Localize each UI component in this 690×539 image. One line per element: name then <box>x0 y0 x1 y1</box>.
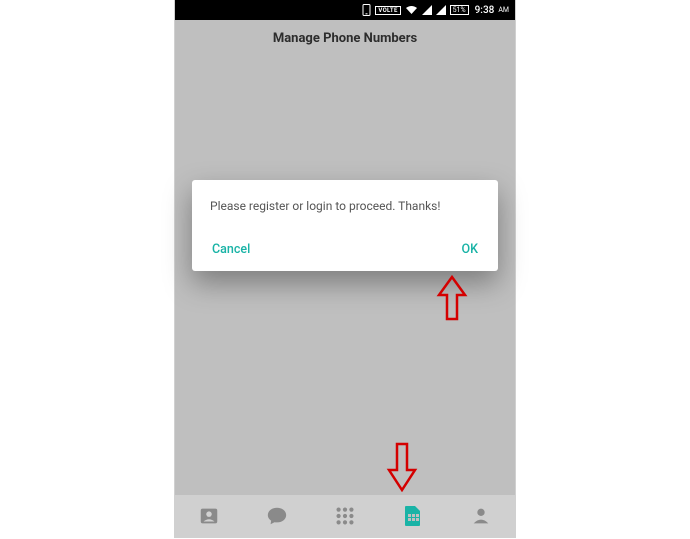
status-bar: VOLTE 51% 9:38 AM <box>175 0 515 20</box>
nav-dialpad[interactable] <box>311 495 379 537</box>
nav-sim[interactable] <box>379 495 447 537</box>
battery-indicator: 51% <box>450 5 469 15</box>
nav-contacts[interactable] <box>175 495 243 537</box>
signal-2-icon <box>436 5 446 15</box>
sim-card-icon <box>403 504 423 528</box>
person-icon <box>470 505 492 527</box>
clock-time: 9:38 <box>475 5 495 16</box>
wifi-icon <box>405 5 418 15</box>
ok-button[interactable]: OK <box>459 238 480 261</box>
cancel-button[interactable]: Cancel <box>210 238 252 261</box>
login-required-dialog: Please register or login to proceed. Tha… <box>192 180 498 271</box>
dialog-actions: Cancel OK <box>210 238 480 261</box>
dialog-message: Please register or login to proceed. Tha… <box>210 198 480 214</box>
device-icon <box>362 4 371 16</box>
dialpad-icon <box>334 505 356 527</box>
bottom-nav <box>175 495 515 537</box>
app-header: Manage Phone Numbers <box>175 20 515 56</box>
nav-chat[interactable] <box>243 495 311 537</box>
nav-profile[interactable] <box>447 495 515 537</box>
annotation-arrow-up <box>435 275 469 323</box>
volte-badge: VOLTE <box>375 6 400 15</box>
annotation-arrow-down <box>385 440 419 492</box>
signal-1-icon <box>422 5 432 15</box>
clock-ampm: AM <box>498 6 509 14</box>
contact-card-icon <box>198 505 220 527</box>
chat-bubble-icon <box>266 505 288 527</box>
page-title: Manage Phone Numbers <box>273 31 417 46</box>
